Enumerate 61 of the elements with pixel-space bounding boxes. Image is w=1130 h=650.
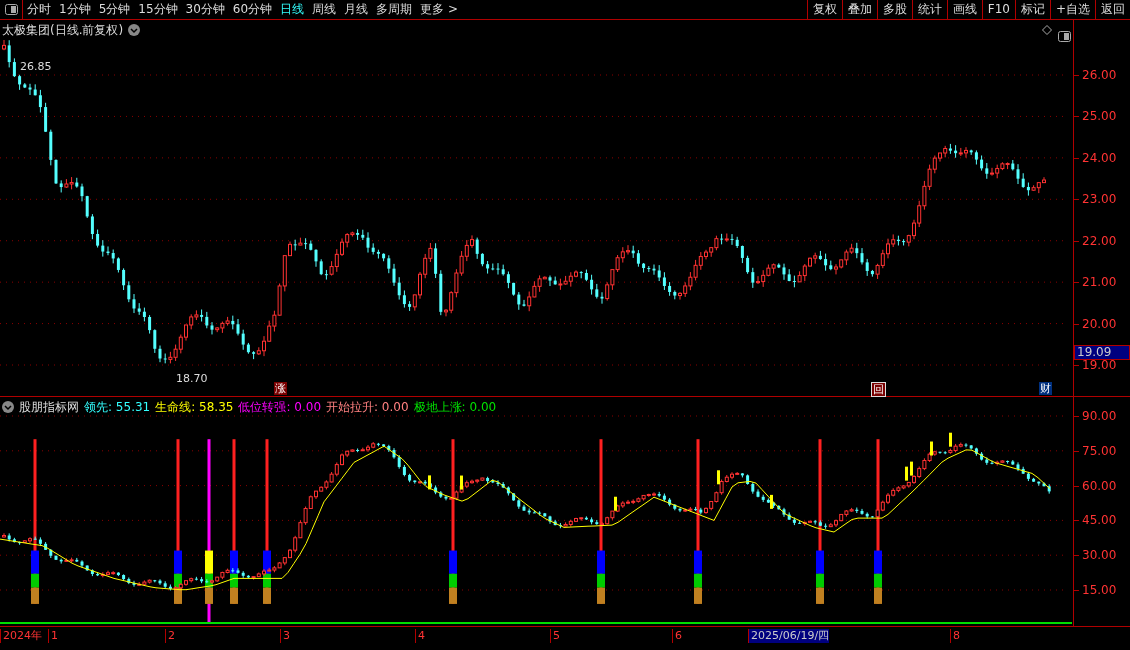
period-tab[interactable]: 日线 xyxy=(276,0,309,19)
period-tab[interactable]: 周线 xyxy=(308,0,341,19)
dropdown-icon[interactable] xyxy=(128,24,141,36)
low-price-label: 18.70 xyxy=(176,372,208,385)
toolbar-button[interactable]: 画线 xyxy=(946,0,982,19)
date-label: 8 xyxy=(950,629,960,643)
event-marker[interactable]: 财 xyxy=(1039,382,1052,395)
event-marker[interactable]: 回 xyxy=(871,382,886,397)
date-label: 6 xyxy=(672,629,682,643)
indicator-value: 极地上涨: 0.00 xyxy=(413,399,497,416)
dropdown-icon[interactable] xyxy=(2,401,14,413)
toolbar-button[interactable]: 多股 xyxy=(876,0,912,19)
period-tab[interactable]: 30分钟 xyxy=(181,0,229,19)
toolbar-button[interactable]: 标记 xyxy=(1014,0,1050,19)
price-axis-label: 21.00 xyxy=(1082,274,1117,292)
indicator-axis-label: 15.00 xyxy=(1082,582,1117,599)
price-axis-label: 19.00 xyxy=(1082,357,1117,374)
date-label: 1 xyxy=(48,629,58,643)
indicator-name: 股朋指标网 xyxy=(19,399,79,416)
panel-icon[interactable] xyxy=(1058,31,1071,42)
price-axis-label: 23.00 xyxy=(1082,191,1117,209)
indicator-axis-label: 90.00 xyxy=(1082,408,1117,425)
indicator-axis-label: 45.00 xyxy=(1082,512,1117,530)
toolbar-button[interactable]: 统计 xyxy=(911,0,947,19)
period-tab[interactable]: 1分钟 xyxy=(55,0,95,19)
toolbar-button[interactable]: F10 xyxy=(981,0,1015,19)
price-axis-label: 25.00 xyxy=(1082,108,1117,126)
price-axis-label: 20.00 xyxy=(1082,315,1117,333)
toolbar-button[interactable]: 复权 xyxy=(806,0,842,19)
date-label: 4 xyxy=(415,629,425,643)
indicator-axis-label: 30.00 xyxy=(1082,547,1117,565)
current-price-label: 19.09 xyxy=(1074,345,1130,360)
period-tab[interactable]: 5分钟 xyxy=(94,0,135,19)
toolbar-button[interactable]: 叠加 xyxy=(841,0,877,19)
toolbar-button[interactable]: 返回 xyxy=(1095,0,1130,19)
period-tab[interactable]: 更多 > xyxy=(416,0,462,19)
indicator-value: 生命线: 58.35 xyxy=(155,399,234,416)
date-label: 2025/06/19/四 xyxy=(748,629,830,643)
event-marker[interactable]: 涨 xyxy=(274,382,287,395)
indicator-value: 开始拉升: 0.00 xyxy=(326,399,409,416)
indicator-value: 领先: 55.31 xyxy=(84,399,151,416)
period-tab[interactable]: 15分钟 xyxy=(134,0,182,19)
period-tab[interactable]: 月线 xyxy=(340,0,373,19)
price-axis-label: 22.00 xyxy=(1082,232,1117,250)
price-axis-label: 24.00 xyxy=(1082,149,1117,167)
period-tab[interactable]: 60分钟 xyxy=(228,0,277,19)
toolbar-button[interactable]: +自选 xyxy=(1049,0,1095,19)
panel-icon[interactable] xyxy=(4,4,18,15)
date-label: 2024年 xyxy=(0,629,42,643)
indicator-axis-label: 75.00 xyxy=(1082,442,1117,460)
date-label: 3 xyxy=(280,629,290,643)
period-tab[interactable]: 分时 xyxy=(23,0,55,19)
period-tab[interactable]: 多周期 xyxy=(372,0,417,19)
indicator-value: 低位转强: 0.00 xyxy=(238,399,321,416)
diamond-icon[interactable] xyxy=(1042,25,1052,35)
date-label: 5 xyxy=(550,629,560,643)
chart-title: 太极集团(日线.前复权) xyxy=(2,22,124,39)
indicator-axis-label: 60.00 xyxy=(1082,477,1117,495)
high-price-label: 26.85 xyxy=(20,60,52,73)
date-label: 2 xyxy=(165,629,175,643)
price-axis-label: 26.00 xyxy=(1082,67,1117,84)
